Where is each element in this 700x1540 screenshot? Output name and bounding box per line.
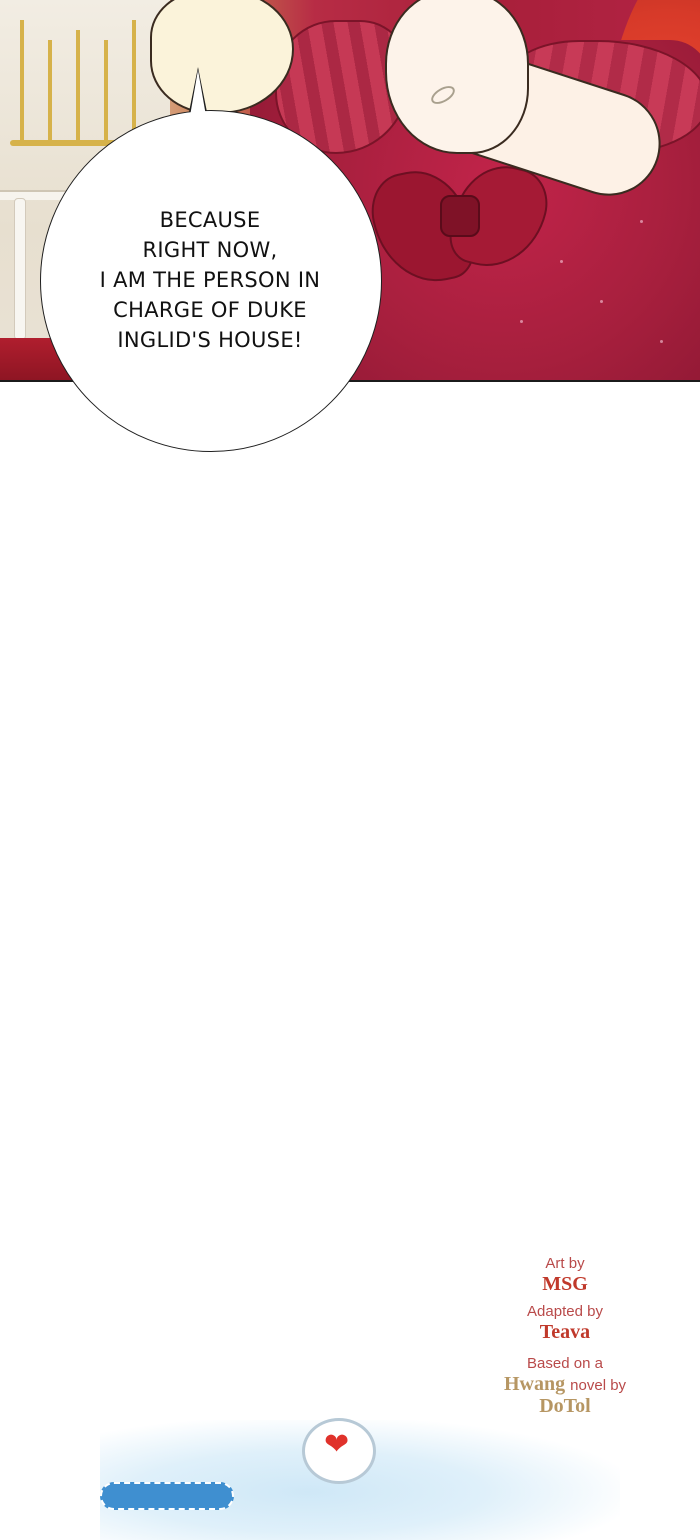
sparkle bbox=[600, 300, 603, 303]
candle-stand bbox=[104, 40, 108, 140]
sparkle bbox=[560, 260, 563, 263]
heart-icon: ❤ bbox=[324, 1427, 350, 1462]
sparkle bbox=[660, 340, 663, 343]
dialogue-line: RIGHT NOW, bbox=[142, 238, 278, 262]
novel-author: DoTol bbox=[539, 1395, 591, 1417]
bow-knot bbox=[440, 195, 480, 237]
dialogue-line: BECAUSE bbox=[159, 208, 261, 232]
logo-ribbon bbox=[100, 1482, 234, 1510]
sparkle bbox=[640, 220, 643, 223]
dialogue-line: I AM THE PERSON IN bbox=[99, 268, 321, 292]
art-name: MSG bbox=[542, 1273, 588, 1295]
credits-block: Art by MSG Adapted by Teava Based on a H… bbox=[470, 1255, 660, 1417]
candle-stand bbox=[76, 30, 80, 140]
sparkle bbox=[520, 320, 523, 323]
based-suffix: novel by bbox=[570, 1377, 627, 1394]
art-label: Art by bbox=[545, 1255, 585, 1272]
based-author: Hwang bbox=[503, 1373, 566, 1395]
speech-bubble-text: BECAUSE RIGHT NOW, I AM THE PERSON IN CH… bbox=[40, 205, 380, 355]
candle-stand bbox=[20, 20, 24, 140]
candle-stand bbox=[48, 40, 52, 140]
candle-stand bbox=[132, 20, 136, 140]
dialogue-line: INGLID'S HOUSE! bbox=[117, 328, 303, 352]
adapted-label: Adapted by bbox=[527, 1303, 603, 1320]
based-line: Hwang novel by bbox=[470, 1373, 660, 1395]
baluster bbox=[14, 198, 26, 340]
adapted-name: Teava bbox=[539, 1321, 591, 1343]
based-label: Based on a bbox=[527, 1355, 603, 1372]
speech-bubble-tail bbox=[190, 70, 206, 116]
right-fist bbox=[385, 0, 529, 154]
dialogue-line: CHARGE OF DUKE bbox=[113, 298, 307, 322]
